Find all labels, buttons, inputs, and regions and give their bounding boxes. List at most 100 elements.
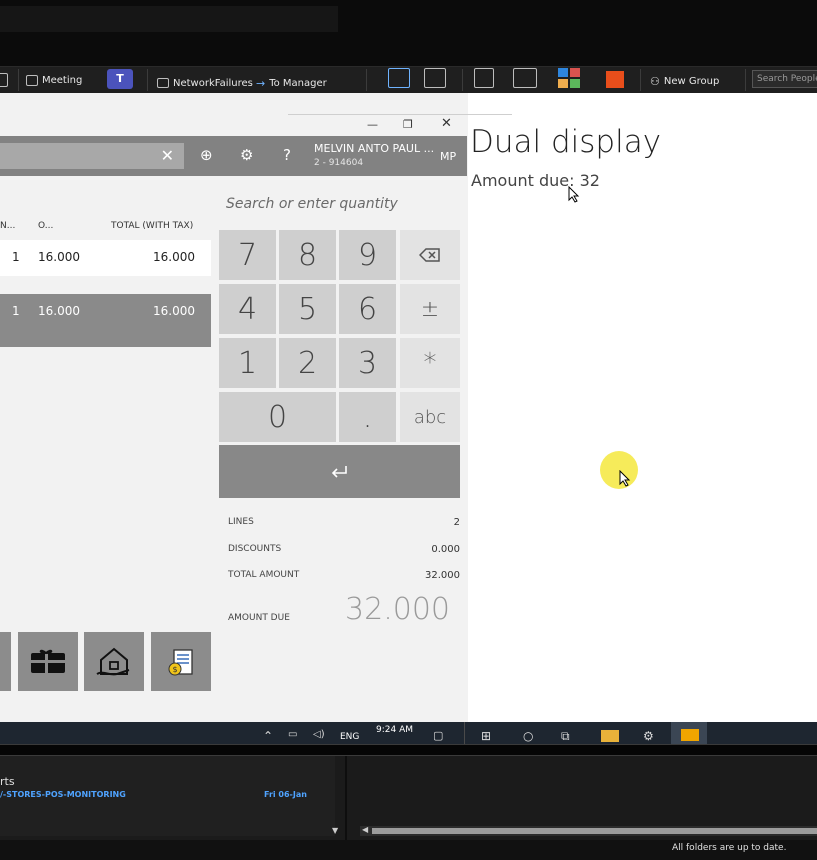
restore-icon[interactable]: ❐	[403, 118, 413, 131]
abc-button[interactable]: abc	[400, 392, 460, 442]
column-header-other[interactable]: O...	[38, 221, 53, 231]
meeting-label: Meeting	[42, 74, 83, 86]
lines-label: LINES	[228, 517, 254, 527]
key-9[interactable]: 9	[339, 230, 396, 280]
minimize-icon[interactable]: —	[367, 118, 378, 131]
gift-card-icon	[31, 649, 65, 673]
key-8[interactable]: 8	[279, 230, 336, 280]
meeting-button[interactable]: Meeting	[26, 71, 82, 89]
key-2[interactable]: 2	[279, 338, 336, 388]
new-group-button[interactable]: ⚇ New Group	[650, 72, 719, 90]
lines-value: 2	[453, 517, 460, 528]
table-row[interactable]: 1 16.000 16.000	[0, 240, 211, 276]
enter-button[interactable]	[219, 445, 460, 498]
table-row-selected[interactable]: 1 16.000 16.000	[0, 294, 211, 347]
key-4[interactable]: 4	[219, 284, 276, 334]
taskbar-separator	[464, 722, 465, 744]
column-header-name[interactable]: N...	[0, 221, 15, 231]
settings-gear-icon[interactable]: ⚙	[643, 729, 654, 743]
column-header-total[interactable]: TOTAL (WITH TAX)	[111, 221, 193, 231]
key-6[interactable]: 6	[339, 284, 396, 334]
receipt-tile[interactable]: $	[151, 632, 211, 691]
onenote-icon[interactable]	[474, 68, 494, 88]
ribbon-separator	[745, 69, 746, 91]
close-icon[interactable]: ✕	[441, 116, 452, 131]
ribbon-separator	[462, 69, 463, 91]
help-icon[interactable]: ?	[283, 146, 291, 164]
window-border	[288, 114, 512, 115]
mail-folder-name[interactable]: rts	[0, 775, 15, 788]
total-amount-value: 32.000	[425, 570, 460, 581]
network-icon[interactable]: ▭	[288, 729, 297, 740]
teams-icon[interactable]: T	[107, 69, 133, 89]
backspace-icon	[419, 248, 440, 262]
mouse-pointer-icon	[568, 186, 580, 203]
network-failures-quickstep[interactable]: NetworkFailures	[157, 74, 253, 92]
discounts-value: 0.000	[431, 544, 460, 555]
enter-icon	[331, 465, 347, 478]
search-icon[interactable]: ○	[523, 729, 533, 743]
gift-card-tile[interactable]	[18, 632, 78, 691]
to-manager-quickstep[interactable]: → To Manager	[256, 74, 327, 92]
gear-icon[interactable]: ⚙	[240, 146, 253, 164]
key-0[interactable]: 0	[219, 392, 336, 442]
key-3[interactable]: 3	[339, 338, 396, 388]
scroll-down-icon[interactable]: ▼	[332, 826, 338, 835]
windows-taskbar: ⌃ ▭ ◁) ENG 9:24 AM ▢ ⊞ ○ ⧉ ⚙	[0, 722, 817, 744]
scroll-left-icon[interactable]: ◀	[362, 825, 368, 834]
file-explorer-icon[interactable]	[601, 730, 619, 742]
notification-icon[interactable]: ▢	[433, 729, 443, 742]
quantity-search-input[interactable]: Search or enter quantity	[226, 196, 398, 212]
language-indicator[interactable]: ENG	[340, 732, 359, 742]
globe-icon[interactable]: ⊕	[200, 146, 213, 164]
mouse-pointer-icon	[619, 470, 631, 487]
mail-item-subject[interactable]: /-STORES-POS-MONITORING	[0, 790, 126, 799]
row-price: 16.000	[38, 250, 80, 264]
row-total: 16.000	[153, 250, 195, 264]
horizontal-scrollbar[interactable]: ◀	[360, 825, 817, 836]
action-tile-partial[interactable]	[0, 632, 11, 691]
rules-icon[interactable]	[424, 68, 446, 88]
task-view-icon[interactable]: ⧉	[561, 729, 570, 744]
clock-time[interactable]: 9:24 AM	[376, 725, 413, 735]
svg-text:$: $	[172, 665, 177, 674]
product-search-input[interactable]: ✕	[0, 143, 184, 169]
follow-up-flag-icon[interactable]	[606, 70, 624, 88]
receipt-icon: $	[168, 648, 193, 675]
chevron-up-icon[interactable]: ⌃	[263, 729, 273, 743]
dual-display-amount-due: Amount due: 32	[471, 171, 600, 190]
screen-top-area	[0, 0, 817, 66]
active-app-highlight[interactable]	[671, 722, 707, 744]
row-quantity: 1	[12, 304, 20, 318]
operator-id: 2 - 914604	[314, 158, 364, 168]
group-icon: ⚇	[650, 74, 660, 88]
backspace-button[interactable]	[400, 230, 460, 280]
volume-icon[interactable]: ◁)	[313, 729, 325, 740]
blurred-title-bar	[0, 6, 338, 32]
key-decimal[interactable]: .	[339, 392, 396, 442]
operator-name[interactable]: MELVIN ANTO PAUL ...	[314, 142, 434, 155]
key-1[interactable]: 1	[219, 338, 276, 388]
row-quantity: 1	[12, 250, 20, 264]
calendar-icon	[26, 74, 38, 86]
mail-icon[interactable]	[0, 71, 8, 89]
outlook-ribbon: Meeting T NetworkFailures → To Manager ⚇…	[0, 66, 817, 93]
network-failures-label: NetworkFailures	[173, 77, 253, 89]
multiply-button[interactable]: *	[400, 338, 460, 388]
folder-app-icon	[681, 729, 699, 741]
key-7[interactable]: 7	[219, 230, 276, 280]
clear-search-icon[interactable]: ✕	[161, 146, 174, 165]
to-manager-label: To Manager	[269, 77, 327, 89]
search-people-input[interactable]: Search People	[752, 70, 817, 88]
windows-start-icon[interactable]: ⊞	[481, 729, 491, 743]
plus-minus-button[interactable]: ±	[400, 284, 460, 334]
store-delivery-tile[interactable]	[84, 632, 144, 691]
pane-divider[interactable]	[345, 756, 347, 840]
key-5[interactable]: 5	[279, 284, 336, 334]
scrollbar-thumb[interactable]	[372, 828, 817, 834]
operator-initials[interactable]: MP	[440, 150, 456, 163]
categorize-icon[interactable]	[558, 68, 580, 88]
move-icon[interactable]	[388, 68, 410, 88]
open-envelope-icon[interactable]	[513, 68, 537, 88]
new-group-label: New Group	[663, 75, 720, 87]
